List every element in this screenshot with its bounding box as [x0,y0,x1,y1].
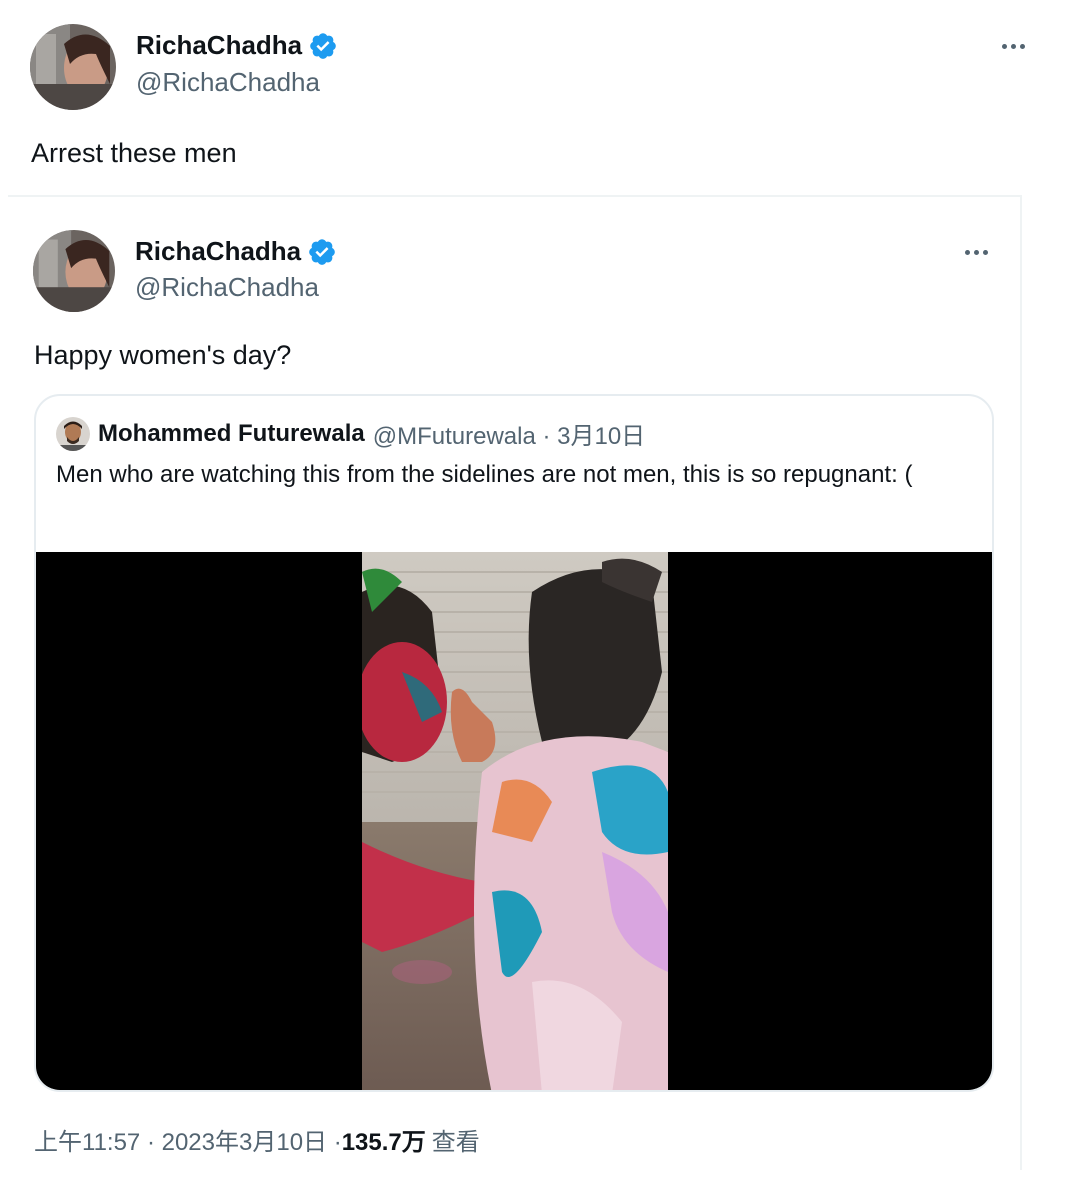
nested-display-name[interactable]: Mohammed Futurewala [98,420,365,448]
divider [1020,195,1022,1170]
avatar[interactable] [30,24,116,110]
video-thumbnail [362,552,668,1090]
quoted-display-name[interactable]: RichaChadha [135,236,301,267]
avatar-photo-icon [56,416,90,451]
verified-badge-icon [308,31,338,61]
video-player[interactable] [36,552,992,1090]
handle[interactable]: @RichaChadha [136,67,320,98]
nested-quote-text: Men who are watching this from the sidel… [56,461,913,488]
nested-quote-card[interactable]: Mohammed Futurewala @MFuturewala · 3月10日… [34,394,994,1092]
display-name[interactable]: RichaChadha [136,30,302,61]
tweet-text: Arrest these men [31,138,237,168]
quoted-handle[interactable]: @RichaChadha [135,272,319,303]
verified-badge-icon [307,237,337,267]
avatar-photo-icon [30,24,116,110]
more-options-icon[interactable] [1002,44,1025,49]
avatar-photo-icon [33,230,115,312]
quoted-avatar[interactable] [33,230,115,312]
nested-handle-date[interactable]: @MFuturewala · 3月10日 [373,416,645,451]
tweet-card: RichaChadha @RichaChadha Arrest these me… [0,0,1080,1183]
timestamp[interactable]: 上午11:57 · 2023年3月10日 · [34,1122,342,1157]
view-count: 135.7万 [341,1129,426,1156]
quoted-tweet-text: Happy women's day? [34,340,292,370]
more-options-icon[interactable] [965,250,988,255]
view-label: 查看 [431,1129,480,1156]
nested-avatar[interactable] [56,416,90,451]
tweet-meta: 上午11:57 · 2023年3月10日 · 135.7万 查看 [34,1122,480,1157]
